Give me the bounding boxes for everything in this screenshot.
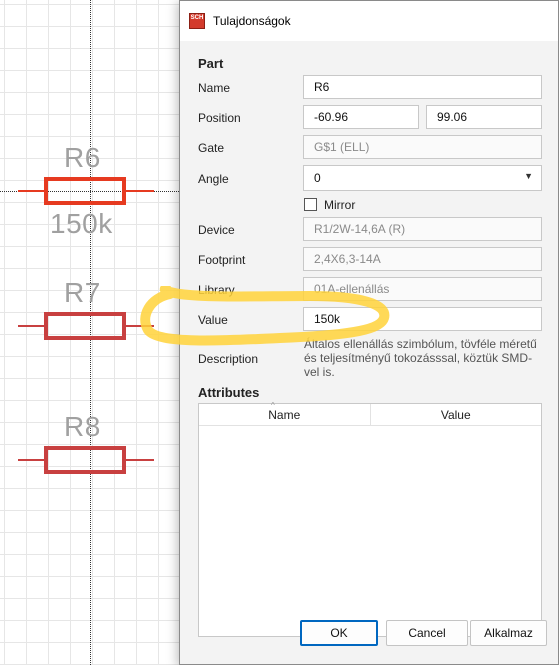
resistor-name-label: R7 xyxy=(64,277,101,308)
description-label: Description xyxy=(198,352,259,366)
resistor-value-label: 150k xyxy=(50,208,113,239)
mirror-label: Mirror xyxy=(324,198,356,212)
sort-indicator-icon: ^ xyxy=(271,401,275,410)
angle-label: Angle xyxy=(198,172,229,186)
angle-selected-value: 0 xyxy=(314,171,321,185)
app-icon: SCH xyxy=(189,13,205,29)
library-field: 01A-ellenállás xyxy=(303,277,542,301)
resistor-lead-left xyxy=(18,325,46,327)
name-field[interactable]: R6 xyxy=(303,75,542,99)
cancel-button[interactable]: Cancel xyxy=(386,620,468,646)
attributes-table[interactable]: ^ Name Value xyxy=(198,401,542,637)
resistor-lead-right xyxy=(124,459,154,461)
resistor-lead-right xyxy=(124,325,154,327)
footprint-field: 2,4X6,3-14A xyxy=(303,247,542,271)
resistor-body[interactable] xyxy=(44,177,126,205)
angle-select[interactable]: 0 ▼ xyxy=(303,165,542,191)
position-x-field[interactable]: -60.96 xyxy=(303,105,419,129)
attributes-table-header: Name Value xyxy=(199,404,541,426)
dialog-titlebar[interactable]: SCH Tulajdonságok xyxy=(180,1,558,41)
column-header-name[interactable]: Name xyxy=(199,404,370,425)
column-header-value[interactable]: Value xyxy=(369,404,542,425)
resistor-lead-right xyxy=(124,190,154,192)
dropdown-arrow-icon: ▼ xyxy=(524,171,533,181)
mirror-checkbox[interactable] xyxy=(304,198,317,211)
ok-button[interactable]: OK xyxy=(300,620,378,646)
position-y-field[interactable]: 99.06 xyxy=(426,105,542,129)
value-field[interactable]: 150k xyxy=(303,307,542,331)
app-icon-text: SCH xyxy=(190,15,204,21)
dialog-content: Part Name R6 Position -60.96 99.06 Gate … xyxy=(180,41,558,664)
part-section-heading: Part xyxy=(198,56,224,71)
resistor-lead-left xyxy=(18,459,46,461)
library-label: Library xyxy=(198,283,235,297)
resistor-body[interactable] xyxy=(44,312,126,340)
gate-field: G$1 (ELL) xyxy=(303,135,542,159)
description-text: Általos ellenállás szimbólum, tövféle mé… xyxy=(304,337,537,379)
gate-label: Gate xyxy=(198,141,225,155)
value-label: Value xyxy=(198,313,228,327)
resistor-name-label: R6 xyxy=(64,142,101,173)
resistor-body[interactable] xyxy=(44,446,126,474)
attributes-section-heading: Attributes xyxy=(198,385,260,400)
dialog-title: Tulajdonságok xyxy=(213,14,291,28)
properties-dialog: SCH Tulajdonságok Part Name R6 Position … xyxy=(179,0,559,665)
name-label: Name xyxy=(198,81,231,95)
apply-button[interactable]: Alkalmaz xyxy=(470,620,547,646)
position-label: Position xyxy=(198,111,241,125)
footprint-label: Footprint xyxy=(198,253,246,267)
resistor-lead-left xyxy=(18,190,46,192)
device-field: R1/2W-14,6A (R) xyxy=(303,217,542,241)
resistor-name-label: R8 xyxy=(64,411,101,442)
device-label: Device xyxy=(198,223,235,237)
